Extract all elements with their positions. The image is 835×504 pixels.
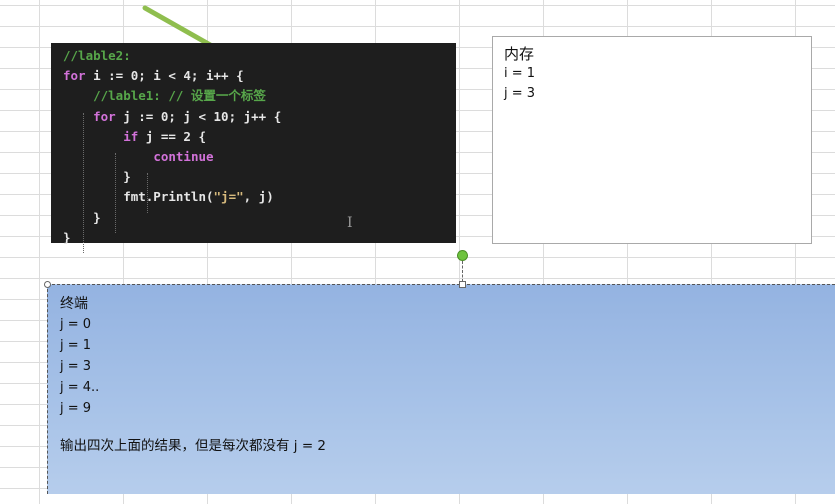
code-editor-panel: //lable2: for i := 0; i < 4; i++ { //labl… (51, 43, 456, 253)
terminal-line: j = 4.. (60, 380, 100, 395)
indent-guide (83, 113, 84, 253)
code-token: for (63, 68, 86, 84)
terminal-line: j = 3 (60, 359, 92, 374)
terminal-line: j = 9 (60, 401, 92, 416)
code-line: fmt.Println("j=", j) (63, 187, 456, 207)
rotate-handle-stem (462, 261, 463, 282)
memory-box[interactable]: 内存 i = 1 j = 3 (492, 36, 812, 244)
code-line: //lable2: (63, 46, 456, 66)
terminal-line: j = 1 (60, 338, 92, 353)
resize-handle-top-center[interactable] (459, 281, 466, 288)
code-token: for (93, 108, 116, 124)
memory-line: j = 3 (504, 86, 536, 101)
code-token: i := 0; i < 4; i++ { (85, 68, 244, 84)
code-lines: //lable2: for i := 0; i < 4; i++ { //labl… (63, 46, 456, 248)
code-token: continue (153, 148, 214, 164)
code-line: } (63, 228, 456, 248)
code-line: if j == 2 { (63, 127, 456, 147)
text-cursor-icon: I (347, 215, 353, 231)
terminal-title: 终端 (60, 296, 88, 312)
resize-handle-top-left[interactable] (44, 281, 51, 288)
code-token: } (63, 229, 71, 245)
terminal-line: j = 0 (60, 317, 92, 332)
indent-guide (147, 173, 148, 213)
code-token: "j=" (213, 189, 244, 205)
indent-guide (115, 153, 116, 233)
code-token: if (123, 128, 139, 144)
terminal-box[interactable]: 终端 j = 0 j = 1 j = 3 j = 4.. j = 9 输出四次上… (47, 284, 835, 494)
memory-title: 内存 (504, 45, 535, 63)
code-line: continue (63, 147, 456, 167)
code-token: } (63, 209, 101, 225)
rotate-handle[interactable] (457, 250, 468, 261)
code-token: , j) (243, 189, 274, 205)
code-line: for i := 0; i < 4; i++ { (63, 66, 456, 86)
memory-line: i = 1 (504, 66, 536, 81)
code-token: } (63, 169, 131, 185)
code-token: j := 0; j < 10; j++ { (115, 108, 282, 124)
code-token: //lable2: (63, 48, 131, 63)
code-line: } (63, 208, 456, 228)
code-token: //lable1: // 设置一个标签 (63, 88, 266, 104)
code-token: fmt.Println( (63, 189, 214, 205)
code-line: } (63, 167, 456, 187)
terminal-note: 输出四次上面的结果，但是每次都没有 j = 2 (60, 438, 327, 454)
code-line: //lable1: // 设置一个标签 (63, 86, 456, 106)
code-token: j == 2 { (138, 128, 207, 144)
code-line: for j := 0; j < 10; j++ { (63, 107, 456, 127)
